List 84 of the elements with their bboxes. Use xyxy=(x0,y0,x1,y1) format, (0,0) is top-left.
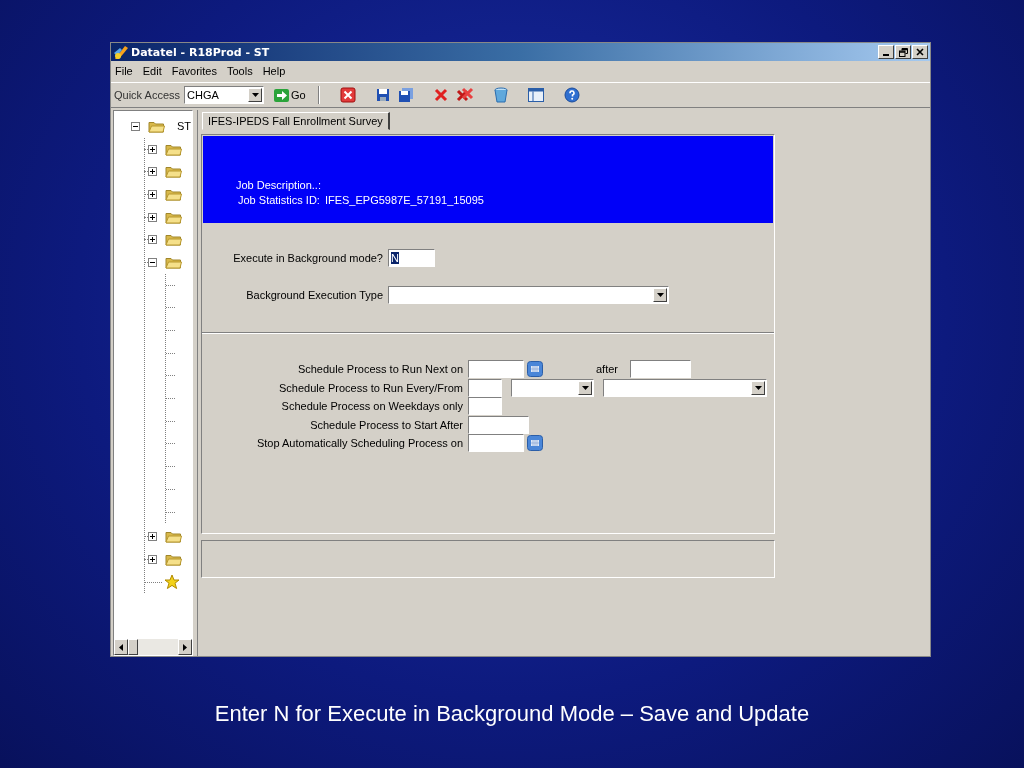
calendar-icon[interactable] xyxy=(527,435,543,452)
job-statistics-label: Job Statistics ID: xyxy=(238,193,320,206)
menu-item[interactable]: File xyxy=(115,65,133,77)
folder-icon[interactable] xyxy=(148,119,165,133)
quick-access-combo[interactable]: CHGA xyxy=(184,86,265,104)
date-field[interactable] xyxy=(468,434,524,453)
restore-button[interactable] xyxy=(895,45,911,59)
expand-icon[interactable] xyxy=(148,144,157,154)
field-label: Schedule Process to Run Next on xyxy=(296,363,463,376)
app-logo-icon xyxy=(113,44,129,60)
tree-connector xyxy=(166,375,175,377)
tree-connector xyxy=(166,443,175,445)
input-field[interactable] xyxy=(468,378,502,397)
tree-connector xyxy=(166,488,175,490)
minimize-button[interactable] xyxy=(878,45,894,59)
field-label: after xyxy=(596,363,618,376)
date-field[interactable] xyxy=(468,360,524,379)
save-icon[interactable] xyxy=(375,88,390,102)
delete-multiple-icon[interactable] xyxy=(455,87,474,103)
folder-icon[interactable] xyxy=(165,187,182,201)
tree-label[interactable]: ST xyxy=(177,120,192,133)
dropdown-arrow-icon xyxy=(754,385,762,390)
folder-icon[interactable] xyxy=(165,210,182,224)
window-icon[interactable] xyxy=(527,88,544,102)
menu-item[interactable]: Help xyxy=(262,65,286,77)
close-icon[interactable] xyxy=(339,87,356,103)
tree-connector xyxy=(166,307,175,309)
dropdown-field[interactable] xyxy=(603,378,767,397)
dropdown-arrow-icon xyxy=(656,293,664,297)
save-multiple-icon[interactable] xyxy=(397,87,414,103)
scroll-thumb[interactable] xyxy=(128,639,138,655)
expand-icon[interactable] xyxy=(148,532,157,542)
collapse-icon[interactable] xyxy=(131,121,140,131)
slide-caption: Enter N for Execute in Background Mode – Save and Update xyxy=(213,701,811,727)
scroll-right-icon[interactable] xyxy=(183,643,187,651)
input-field[interactable] xyxy=(468,415,529,434)
close-button[interactable] xyxy=(912,45,928,59)
scroll-left-icon[interactable] xyxy=(119,643,123,651)
tab[interactable]: IFES-IPEDS Fall Enrollment Survey xyxy=(202,112,390,130)
star-icon[interactable] xyxy=(164,574,180,591)
folder-icon[interactable] xyxy=(165,255,182,269)
expand-icon[interactable] xyxy=(148,189,157,199)
field-label: Schedule Process to Run Every/From xyxy=(277,381,463,394)
folder-icon[interactable] xyxy=(165,142,182,156)
dropdown-arrow-icon xyxy=(251,93,259,97)
collapse-icon[interactable] xyxy=(148,257,157,267)
window-title: Datatel - R18Prod - ST xyxy=(131,45,270,59)
expand-icon[interactable] xyxy=(148,212,157,222)
folder-icon[interactable] xyxy=(165,552,182,566)
bucket-icon[interactable] xyxy=(493,87,508,103)
field-label: Stop Automatically Scheduling Process on xyxy=(255,437,463,450)
menu-item[interactable]: Edit xyxy=(142,65,162,77)
expand-icon[interactable] xyxy=(148,235,157,245)
tree-connector xyxy=(166,352,175,354)
input-field[interactable] xyxy=(630,360,691,379)
tree-connector xyxy=(166,284,175,286)
input-field[interactable] xyxy=(468,397,502,416)
folder-icon[interactable] xyxy=(165,165,182,179)
delete-icon[interactable] xyxy=(433,88,448,102)
calendar-icon[interactable] xyxy=(527,361,543,378)
field-label: Execute in Background mode? xyxy=(232,252,383,264)
expand-icon[interactable] xyxy=(148,554,157,564)
go-button[interactable]: Go xyxy=(268,88,306,102)
job-statistics-id: IFES_EPG5987E_57191_15095 xyxy=(324,193,484,206)
arrow-right-icon xyxy=(274,88,290,102)
folder-icon[interactable] xyxy=(165,530,182,544)
menu-item[interactable]: Tools xyxy=(226,65,253,77)
field-label: Schedule Process to Start After xyxy=(309,418,463,431)
field-label: Schedule Process on Weekdays only xyxy=(280,400,463,413)
folder-icon[interactable] xyxy=(165,233,182,247)
job-description-label: Job Description..: xyxy=(236,178,322,191)
menu-item[interactable]: Favorites xyxy=(171,65,217,77)
quick-access-label: Quick Access xyxy=(114,89,181,101)
dropdown-field[interactable] xyxy=(388,286,669,304)
restore-icon xyxy=(898,47,908,57)
tree-connector xyxy=(166,420,175,422)
help-icon[interactable] xyxy=(563,87,580,103)
close-icon xyxy=(916,48,924,56)
dropdown-field[interactable] xyxy=(511,378,594,397)
horizontal-scrollbar[interactable] xyxy=(114,639,192,655)
dropdown-arrow-icon xyxy=(581,385,589,390)
field-label: Background Execution Type xyxy=(245,289,383,301)
input-field[interactable]: N xyxy=(388,249,435,267)
expand-icon[interactable] xyxy=(148,167,157,177)
